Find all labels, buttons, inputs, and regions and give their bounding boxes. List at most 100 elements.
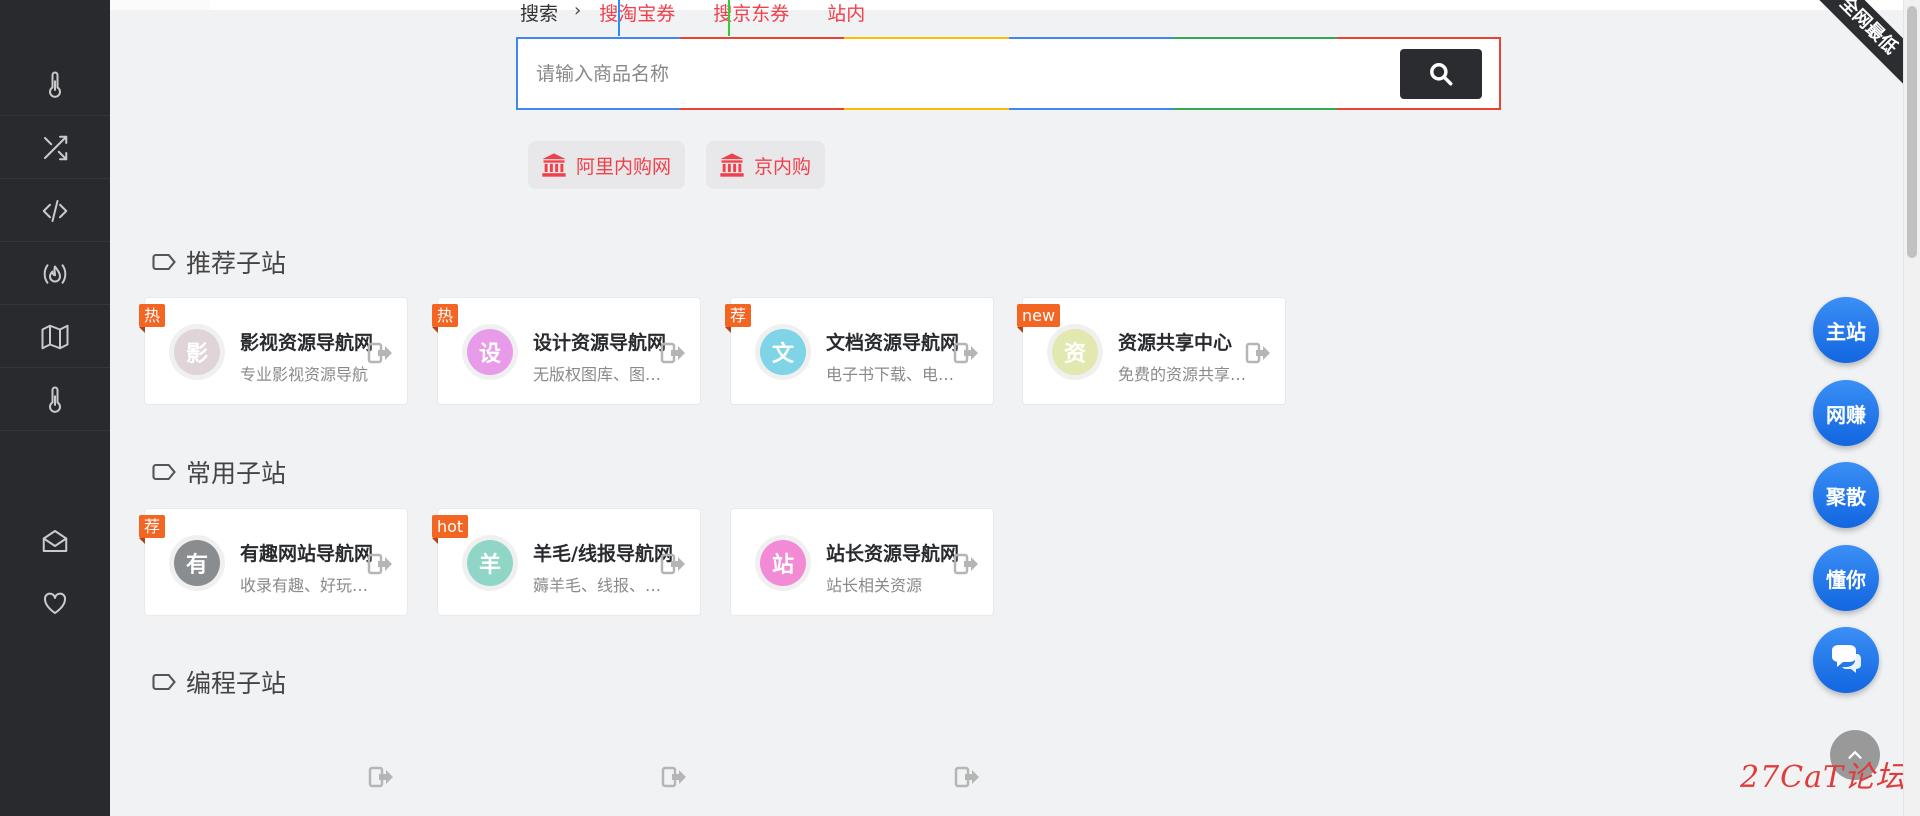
code-icon <box>42 199 68 222</box>
tab-jd-coupon[interactable]: 搜京东券 <box>713 0 789 26</box>
search-tabs: 搜索 › 搜淘宝券 搜京东券 站内 <box>520 0 903 36</box>
section-title-programming: 编程子站 <box>150 664 286 700</box>
search-border-top <box>516 37 1502 39</box>
go-arrow-icon[interactable] <box>953 553 979 575</box>
site-card[interactable]: 热 影 影视资源导航网 专业影视资源导航 <box>139 297 408 405</box>
search-border-bottom <box>516 108 1502 110</box>
card-title: 文档资源导航网 <box>826 332 960 354</box>
card-title: 羊毛/线报导航网 <box>533 543 673 565</box>
watermark: 27CaT论坛 <box>1740 760 1907 795</box>
go-arrow-icon[interactable] <box>953 342 979 364</box>
card-title: 资源共享中心 <box>1118 332 1233 354</box>
search-box <box>516 37 1502 110</box>
tag-icon <box>152 673 176 691</box>
chat-icon <box>1832 645 1861 673</box>
tab-divider <box>728 0 730 36</box>
site-card[interactable]: 荐 有 有趣网站导航网 收录有趣、好玩的网站 <box>139 508 408 616</box>
section-title-text: 常用子站 <box>186 459 287 488</box>
vertical-scrollbar[interactable] <box>1903 0 1920 816</box>
sidebar-item-code[interactable] <box>0 180 110 242</box>
float-button-understand[interactable]: 懂你 <box>1813 545 1879 611</box>
sidebar-item-shuffle[interactable] <box>0 117 110 179</box>
thermometer-icon <box>49 71 61 98</box>
card-title: 影视资源导航网 <box>240 332 374 354</box>
avatar: 站 <box>755 535 811 591</box>
card-desc: 薅羊毛、线报、优惠 <box>533 576 668 595</box>
go-arrow-icon[interactable] <box>367 342 393 364</box>
left-sidebar <box>0 0 110 816</box>
avatar: 文 <box>755 324 811 380</box>
go-arrow-icon[interactable] <box>660 342 686 364</box>
quick-link-jd[interactable]: 京内购 <box>706 141 826 189</box>
sidebar-item-thermometer[interactable] <box>0 54 110 116</box>
site-card[interactable]: 热 设 设计资源导航网 无版权图库、图标素材 <box>432 297 701 405</box>
tag-icon <box>152 463 176 481</box>
card-desc: 专业影视资源导航 <box>240 365 369 384</box>
go-arrow-icon[interactable] <box>368 766 394 788</box>
avatar: 有 <box>169 535 225 591</box>
search-icon <box>1430 63 1453 86</box>
card-title: 有趣网站导航网 <box>240 543 374 565</box>
sidebar-item-thermometer-2[interactable] <box>0 369 110 431</box>
card-badge: 热 <box>432 304 459 333</box>
shuffle-icon <box>44 135 68 160</box>
site-card[interactable]: 站 站长资源导航网 站长相关资源 <box>730 508 994 616</box>
card-badge: 热 <box>139 304 166 333</box>
card-badge: 荐 <box>725 304 752 333</box>
avatar: 资 <box>1047 324 1103 380</box>
scrollbar-thumb[interactable] <box>1907 6 1917 258</box>
site-card[interactable]: 荐 文 文档资源导航网 电子书下载、电子文档 <box>725 297 994 405</box>
float-button-main-site[interactable]: 主站 <box>1813 297 1879 363</box>
sidebar-item-favorite[interactable] <box>0 572 110 634</box>
tab-divider <box>618 0 620 36</box>
thermometer-icon <box>49 386 61 413</box>
search-label: 搜索 <box>520 2 559 25</box>
card-desc: 收录有趣、好玩的网站 <box>240 576 375 595</box>
tag-icon <box>152 253 176 271</box>
float-button-gather[interactable]: 聚散 <box>1813 462 1879 528</box>
avatar: 影 <box>169 324 225 380</box>
section-title-text: 编程子站 <box>186 669 287 698</box>
site-card[interactable]: new 资 资源共享中心 免费的资源共享平台 <box>1017 297 1286 405</box>
card-badge: new <box>1017 304 1061 333</box>
top-strip <box>210 0 1910 10</box>
quick-link-label: 京内购 <box>754 155 812 178</box>
tab-site[interactable]: 站内 <box>827 0 865 26</box>
card-title: 设计资源导航网 <box>533 332 667 354</box>
sidebar-item-fire-code[interactable] <box>0 243 110 305</box>
chat-button[interactable] <box>1813 627 1879 693</box>
card-desc: 无版权图库、图标素材 <box>533 365 668 384</box>
mail-open-icon <box>42 530 68 552</box>
tab-taobao-coupon[interactable]: 搜淘宝券 <box>599 0 675 26</box>
heart-icon <box>43 592 67 614</box>
search-border-right <box>1499 37 1501 110</box>
quick-link-ali[interactable]: 阿里内购网 <box>528 141 686 189</box>
site-card[interactable]: hot 羊 羊毛/线报导航网 薅羊毛、线报、优惠 <box>432 508 701 616</box>
quick-link-label: 阿里内购网 <box>576 155 672 178</box>
card-title: 站长资源导航网 <box>826 543 960 565</box>
card-badge: hot <box>432 515 469 544</box>
sidebar-item-map[interactable] <box>0 306 110 368</box>
go-arrow-icon[interactable] <box>661 766 687 788</box>
avatar: 羊 <box>462 535 518 591</box>
card-desc: 电子书下载、电子文档 <box>826 365 961 384</box>
card-desc: 站长相关资源 <box>826 576 923 595</box>
bank-icon <box>720 153 744 177</box>
sidebar-item-mail[interactable] <box>0 510 110 572</box>
bank-icon <box>542 153 566 177</box>
map-icon <box>41 324 69 349</box>
go-arrow-icon[interactable] <box>660 553 686 575</box>
search-button[interactable] <box>1400 49 1482 99</box>
go-arrow-icon[interactable] <box>1245 342 1271 364</box>
card-desc: 免费的资源共享平台 <box>1118 365 1253 384</box>
section-title-recommended: 推荐子站 <box>150 244 286 280</box>
go-arrow-icon[interactable] <box>954 766 980 788</box>
avatar: 设 <box>462 324 518 380</box>
go-arrow-icon[interactable] <box>367 553 393 575</box>
search-border-left <box>516 37 518 110</box>
fire-code-icon <box>43 263 67 284</box>
section-title-text: 推荐子站 <box>186 249 287 278</box>
search-input[interactable] <box>536 57 1396 91</box>
float-button-earn[interactable]: 网赚 <box>1813 380 1879 446</box>
top-strip-left <box>110 0 210 10</box>
